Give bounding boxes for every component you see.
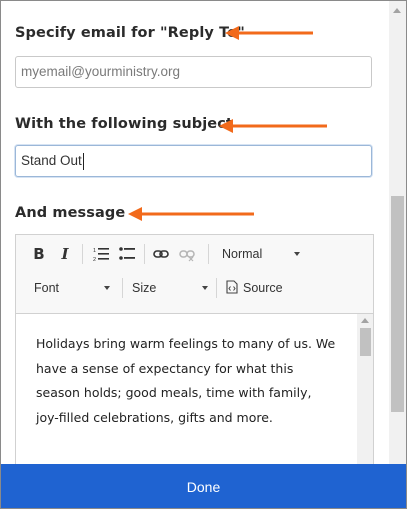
chevron-down-icon [202, 286, 208, 290]
subject-label: With the following subject [15, 116, 233, 132]
unlink-icon [179, 250, 195, 262]
source-label: Source [243, 281, 283, 295]
numbered-list-button[interactable]: 1 2 [90, 243, 112, 265]
text-caret [82, 152, 84, 170]
subject-input-value: Stand Out [21, 153, 82, 168]
bulleted-list-button[interactable] [116, 243, 138, 265]
reply-to-email-input[interactable]: myemail@yourministry.org [15, 56, 372, 88]
toolbar-separator [82, 244, 83, 264]
toolbar-separator [208, 244, 209, 264]
unlink-button[interactable] [176, 243, 198, 265]
subject-input[interactable]: Stand Out [15, 145, 372, 177]
toolbar-separator [216, 278, 217, 298]
font-dropdown[interactable]: Font [34, 277, 110, 299]
link-icon [153, 250, 169, 258]
annotation-arrow-icon [225, 26, 313, 40]
panel-scrollbar[interactable] [389, 1, 406, 464]
size-dropdown[interactable]: Size [132, 277, 208, 299]
message-label: And message [15, 205, 126, 221]
panel-scrollbar-thumb[interactable] [391, 196, 404, 412]
toolbar-separator [144, 244, 145, 264]
scroll-up-arrow-icon[interactable] [361, 318, 369, 323]
svg-text:2: 2 [93, 257, 96, 262]
annotation-arrow-icon [219, 119, 327, 133]
scroll-up-arrow-icon[interactable] [393, 8, 401, 13]
bold-button[interactable]: B [28, 243, 50, 265]
editor-toolbar: B I 1 2 Normal Font Size Source [16, 235, 373, 314]
link-button[interactable] [150, 243, 172, 265]
email-settings-panel: Specify email for "Reply To" myemail@you… [0, 0, 407, 509]
numbered-list-icon: 1 2 [93, 248, 109, 262]
format-dropdown[interactable]: Normal [222, 243, 300, 265]
size-dropdown-value: Size [132, 281, 157, 295]
chevron-down-icon [294, 252, 300, 256]
editor-scrollbar-thumb[interactable] [360, 328, 371, 356]
toolbar-separator [122, 278, 123, 298]
font-dropdown-value: Font [34, 281, 60, 295]
source-icon [226, 280, 238, 294]
italic-button[interactable]: I [54, 243, 76, 265]
done-button[interactable]: Done [1, 464, 406, 508]
annotation-arrow-icon [128, 207, 254, 221]
reply-to-label: Specify email for "Reply To" [15, 25, 245, 41]
chevron-down-icon [104, 286, 110, 290]
format-dropdown-value: Normal [222, 247, 263, 261]
bulleted-list-icon [119, 247, 135, 260]
source-button[interactable]: Source [226, 277, 296, 299]
svg-text:1: 1 [93, 248, 96, 254]
